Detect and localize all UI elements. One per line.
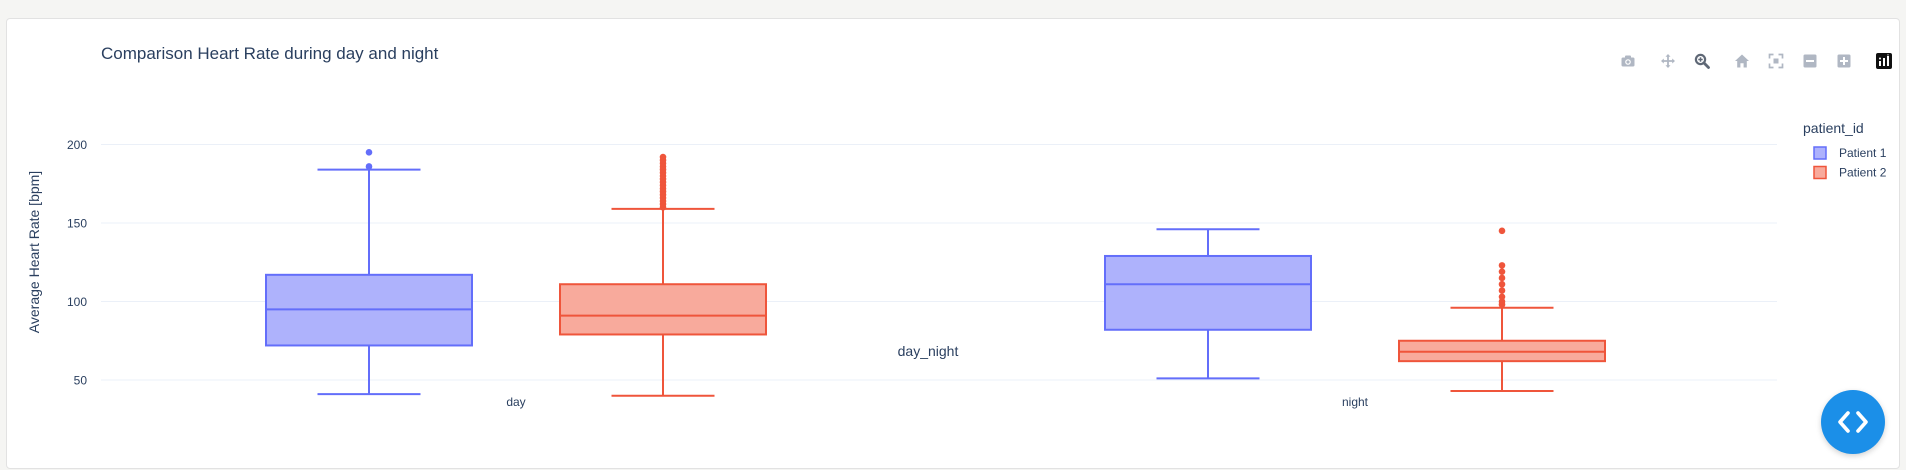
- outlier-point: [1498, 268, 1506, 275]
- y-tick-label: 200: [67, 138, 87, 152]
- y-axis-title: Average Heart Rate [bpm]: [26, 171, 42, 333]
- y-tick-label: 50: [74, 374, 88, 388]
- outlier-point: [1498, 293, 1506, 301]
- legend-title: patient_id: [1803, 120, 1864, 136]
- legend-item-patient-1[interactable]: Patient 1: [1813, 146, 1887, 160]
- plotly-logo-icon: [1876, 53, 1892, 69]
- code-icon: [1838, 411, 1868, 433]
- box-patient-2-day[interactable]: [559, 153, 767, 397]
- x-tick-label-night: night: [1342, 395, 1369, 409]
- camera-icon: [1621, 55, 1635, 67]
- outlier-point: [659, 153, 667, 161]
- plotly-logo-button[interactable]: [1873, 50, 1895, 72]
- outlier-point: [365, 163, 373, 170]
- pan-icon: [1661, 54, 1675, 68]
- y-tick-label: 100: [67, 295, 87, 309]
- box-iqr: [559, 283, 767, 336]
- outlier-point: [1498, 280, 1506, 288]
- outlier-point: [1498, 262, 1506, 269]
- home-button[interactable]: [1731, 50, 1753, 72]
- legend-label: Patient 2: [1839, 166, 1887, 180]
- y-tick-label: 150: [67, 217, 87, 231]
- zoom-out-icon: [1803, 54, 1817, 68]
- box-patient-1-day[interactable]: [265, 149, 473, 396]
- code-toggle-button[interactable]: [1821, 390, 1885, 454]
- zoom-button[interactable]: [1691, 50, 1713, 72]
- camera-button[interactable]: [1617, 50, 1639, 72]
- pan-button[interactable]: [1657, 50, 1679, 72]
- outlier-point: [1498, 274, 1506, 282]
- x-tick-label-day: day: [506, 395, 525, 409]
- chart-title: Comparison Heart Rate during day and nig…: [101, 44, 439, 63]
- zoom-out-button[interactable]: [1799, 50, 1821, 72]
- autoscale-button[interactable]: [1765, 50, 1787, 72]
- zoom-in-icon: [1837, 54, 1851, 68]
- outlier-point: [365, 149, 373, 156]
- home-icon: [1735, 54, 1749, 68]
- chart-card: 50 100 150 200 day night Comparison Heart Rat…: [6, 18, 1900, 469]
- zoom-in-button[interactable]: [1833, 50, 1855, 72]
- box-iqr: [1104, 254, 1312, 331]
- legend-swatch: [1813, 146, 1827, 160]
- outlier-point: [1498, 287, 1506, 294]
- box-patient-1-night[interactable]: [1104, 228, 1312, 380]
- modebar-toolbar: [1605, 50, 1895, 72]
- legend-item-patient-2[interactable]: Patient 2: [1813, 165, 1887, 180]
- legend-label: Patient 1: [1839, 146, 1887, 160]
- legend-swatch: [1813, 165, 1827, 180]
- zoom-icon: [1694, 53, 1710, 69]
- x-axis-title: day_night: [898, 343, 959, 359]
- legend: patient_id Patient 1 Patient 2: [1803, 120, 1887, 180]
- box-plot: 50 100 150 200 day night Comparison Heart Rat…: [26, 44, 1887, 409]
- outlier-point: [1498, 227, 1506, 235]
- box-patient-2-night[interactable]: [1398, 227, 1606, 392]
- autoscale-icon: [1768, 53, 1784, 69]
